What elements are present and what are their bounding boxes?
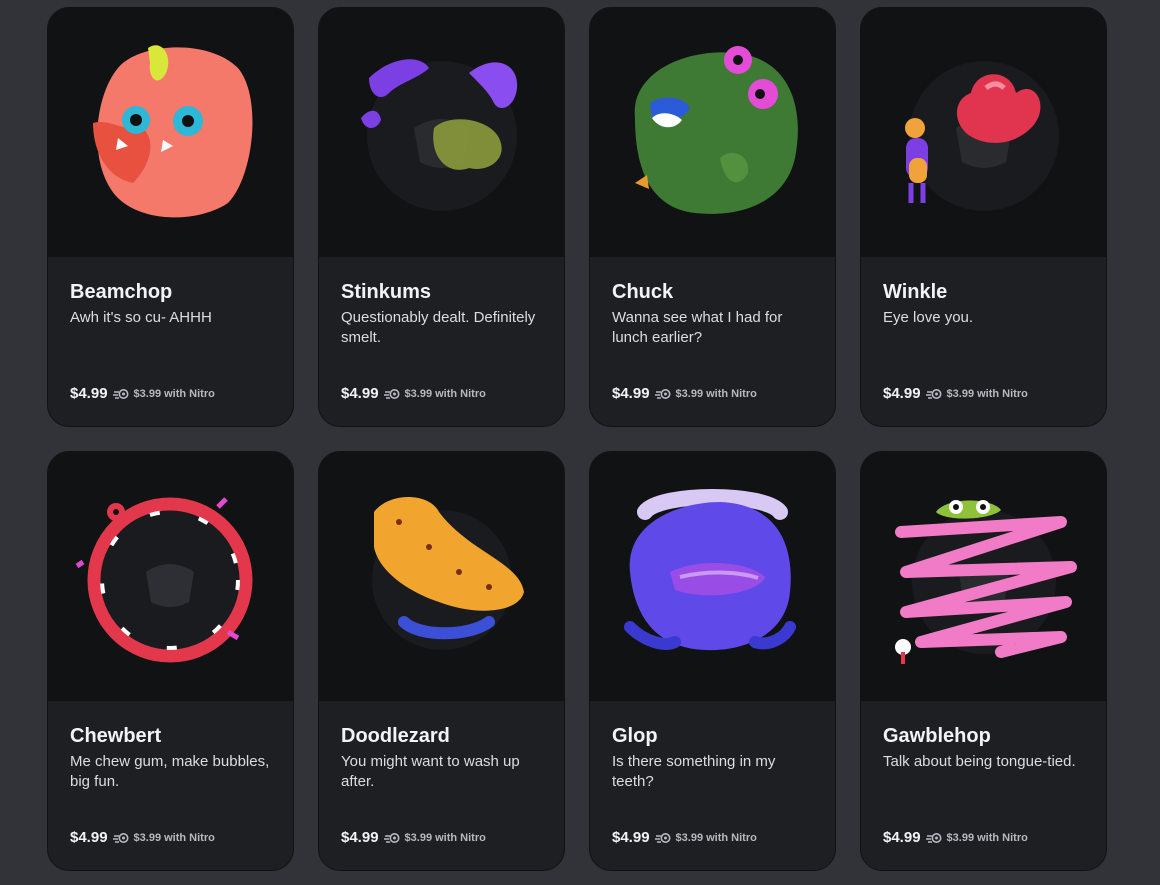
product-card-glop[interactable]: Glop Is there something in my teeth? $4.… xyxy=(589,451,836,871)
product-name: Doodlezard xyxy=(341,725,450,747)
product-card-winkle[interactable]: Winkle Eye love you. $4.99 $3.99 with Ni… xyxy=(860,7,1107,427)
nitro-price: $3.99 with Nitro xyxy=(675,387,757,400)
product-grid: Beamchop Awh it's so cu- AHHH $4.99 $3.9… xyxy=(47,7,1107,871)
product-name: Chuck xyxy=(612,281,674,303)
nitro-icon xyxy=(925,832,942,843)
product-price: $4.99 xyxy=(341,829,379,846)
product-description: You might want to wash up after. xyxy=(341,753,520,790)
nitro-icon xyxy=(112,832,129,843)
product-card-beamchop[interactable]: Beamchop Awh it's so cu- AHHH $4.99 $3.9… xyxy=(47,7,294,427)
product-card-stinkums[interactable]: Stinkums Questionably dealt. Definitely … xyxy=(318,7,565,427)
product-name: Beamchop xyxy=(70,281,173,303)
nitro-icon xyxy=(383,388,400,399)
product-art-gawblehop xyxy=(861,452,1106,701)
price-row: $4.99 $3.99 with Nitro xyxy=(612,385,757,402)
product-description: Wanna see what I had for lunch earlier? xyxy=(612,309,783,346)
product-art-doodlezard xyxy=(319,452,564,701)
price-row: $4.99 $3.99 with Nitro xyxy=(341,829,486,846)
product-name: Stinkums xyxy=(341,281,432,303)
nitro-price: $3.99 with Nitro xyxy=(404,387,486,400)
price-row: $4.99 $3.99 with Nitro xyxy=(70,829,215,846)
product-card-chuck[interactable]: Chuck Wanna see what I had for lunch ear… xyxy=(589,7,836,427)
product-art-chuck xyxy=(590,8,835,257)
product-name: Winkle xyxy=(883,281,948,303)
product-name: Chewbert xyxy=(70,725,162,747)
product-card-chewbert[interactable]: Chewbert Me chew gum, make bubbles, big … xyxy=(47,451,294,871)
nitro-icon xyxy=(112,388,129,399)
product-price: $4.99 xyxy=(612,385,650,402)
product-description: Talk about being tongue-tied. xyxy=(883,753,1076,770)
nitro-icon xyxy=(383,832,400,843)
product-art-chewbert xyxy=(48,452,293,701)
nitro-price: $3.99 with Nitro xyxy=(675,831,757,844)
product-price: $4.99 xyxy=(883,829,921,846)
product-price: $4.99 xyxy=(341,385,379,402)
price-row: $4.99 $3.99 with Nitro xyxy=(70,385,215,402)
price-row: $4.99 $3.99 with Nitro xyxy=(341,385,486,402)
product-description: Awh it's so cu- AHHH xyxy=(70,309,212,326)
nitro-price: $3.99 with Nitro xyxy=(946,387,1028,400)
nitro-icon xyxy=(925,388,942,399)
price-row: $4.99 $3.99 with Nitro xyxy=(612,829,757,846)
product-card-doodlezard[interactable]: Doodlezard You might want to wash up aft… xyxy=(318,451,565,871)
product-price: $4.99 xyxy=(883,385,921,402)
price-row: $4.99 $3.99 with Nitro xyxy=(883,385,1028,402)
product-description: Eye love you. xyxy=(883,309,974,326)
product-art-beamchop xyxy=(48,8,293,257)
product-art-winkle xyxy=(861,8,1106,257)
nitro-price: $3.99 with Nitro xyxy=(133,831,215,844)
nitro-price: $3.99 with Nitro xyxy=(404,831,486,844)
nitro-price: $3.99 with Nitro xyxy=(946,831,1028,844)
product-description: Me chew gum, make bubbles, big fun. xyxy=(70,753,270,790)
product-card-gawblehop[interactable]: Gawblehop Talk about being tongue-tied. … xyxy=(860,451,1107,871)
nitro-icon xyxy=(654,832,671,843)
product-price: $4.99 xyxy=(612,829,650,846)
nitro-icon xyxy=(654,388,671,399)
product-name: Glop xyxy=(612,725,658,747)
nitro-price: $3.99 with Nitro xyxy=(133,387,215,400)
product-description: Questionably dealt. Definitely smelt. xyxy=(341,309,536,346)
product-name: Gawblehop xyxy=(883,725,991,747)
product-price: $4.99 xyxy=(70,829,108,846)
price-row: $4.99 $3.99 with Nitro xyxy=(883,829,1028,846)
product-price: $4.99 xyxy=(70,385,108,402)
product-description: Is there something in my teeth? xyxy=(612,753,776,790)
product-art-glop xyxy=(590,452,835,701)
product-art-stinkums xyxy=(319,8,564,257)
